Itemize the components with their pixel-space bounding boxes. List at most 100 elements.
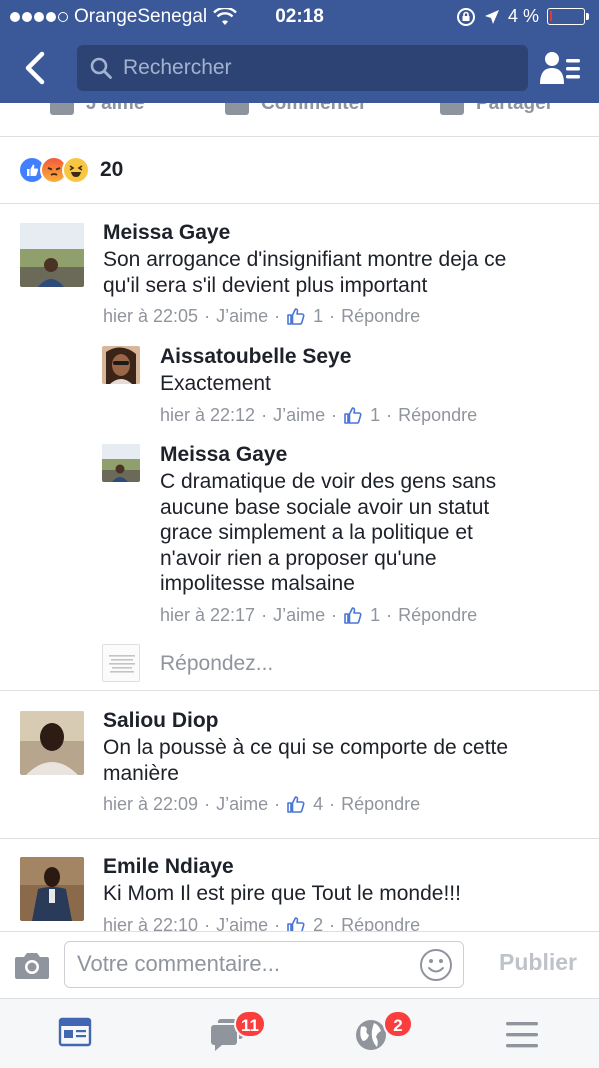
comment-timestamp[interactable]: hier à 22:05 — [103, 306, 198, 327]
comment-text-line: Son arrogance d'insignifiant montre deja… — [103, 248, 507, 271]
comment-reply-link[interactable]: Répondre — [341, 915, 420, 932]
comment-meta: hier à 22:17 · J’aime · 1 · Répondre — [160, 604, 478, 626]
comment-timestamp[interactable]: hier à 22:10 — [103, 915, 198, 932]
comment-like-link[interactable]: J’aime — [216, 915, 268, 932]
bottom-tab-bar: 11 2 — [0, 998, 599, 1068]
comment-action-button[interactable]: Commenter — [225, 103, 367, 115]
share-action-button[interactable]: Partager — [440, 103, 553, 115]
comment-timestamp[interactable]: hier à 22:17 — [160, 605, 255, 626]
friends-list-icon — [540, 52, 580, 84]
thumbs-up-icon — [344, 406, 362, 424]
messages-badge: 11 — [234, 1010, 266, 1038]
like-action-button[interactable]: J'aime — [50, 103, 144, 115]
comment-meta: hier à 22:12 · J’aime · 1 · Répondre — [160, 404, 478, 426]
back-button[interactable] — [18, 48, 54, 88]
comment-text: C dramatique de voir des gens sans aucun… — [160, 469, 580, 597]
chevron-left-icon — [25, 51, 45, 85]
comment-like-count: 2 — [313, 914, 324, 932]
comment-icon — [225, 103, 249, 115]
post-action-bar: J'aime Commenter Partager — [0, 103, 599, 137]
commenter-name[interactable]: Emile Ndiaye — [103, 854, 583, 880]
comment-like-link[interactable]: J’aime — [216, 794, 268, 815]
comment-like-count: 1 — [370, 604, 381, 625]
comment-text-line: impolitesse malsaine — [160, 572, 355, 595]
avatar[interactable] — [20, 711, 84, 775]
avatar[interactable] — [20, 223, 84, 287]
comment-text-line: grace simplement a la politique et — [160, 521, 473, 544]
comment-text-line: n'avoir rien a proposer qu'une — [160, 546, 437, 570]
search-icon — [90, 57, 112, 79]
avatar — [102, 644, 140, 682]
share-action-label: Partager — [476, 103, 554, 114]
thumbs-up-icon — [344, 606, 362, 624]
commenter-name[interactable]: Meissa Gaye — [160, 442, 580, 468]
friend-requests-button[interactable] — [539, 50, 583, 86]
status-bar: OrangeSenegal 02:18 4 % — [0, 0, 599, 34]
comment-input-box[interactable] — [64, 941, 464, 988]
battery-icon — [547, 8, 589, 25]
tab-news-feed[interactable] — [45, 1011, 105, 1061]
tab-notifications[interactable]: 2 — [343, 1010, 413, 1061]
comment-input[interactable] — [77, 951, 407, 977]
comment-text-line: aucune base sociale avoir un statut — [160, 495, 490, 519]
publish-button[interactable]: Publier — [499, 949, 577, 976]
comment-text-line: C dramatique de voir des gens sans — [160, 470, 497, 493]
comment-reply-link[interactable]: Répondre — [398, 605, 477, 626]
comment-reply-link[interactable]: Répondre — [341, 306, 420, 327]
reaction-count: 20 — [100, 158, 124, 181]
camera-button[interactable] — [14, 950, 50, 980]
comment-text: Son arrogance d'insignifiant montre deja… — [103, 247, 583, 298]
top-header: OrangeSenegal 02:18 4 % — [0, 0, 599, 103]
thumbs-up-icon — [50, 103, 74, 115]
search-bar[interactable] — [77, 45, 528, 91]
comment-like-count: 1 — [370, 404, 381, 425]
comment-like-link[interactable]: J’aime — [216, 306, 268, 327]
thumbs-up-icon — [287, 308, 305, 325]
comment-timestamp[interactable]: hier à 22:09 — [103, 794, 198, 815]
comment-text: Exactement — [160, 371, 580, 397]
notifications-badge: 2 — [383, 1010, 413, 1038]
navigation-bar — [0, 40, 599, 98]
camera-icon — [15, 953, 49, 979]
comment-composer: Publier — [0, 931, 599, 998]
reply-prompt[interactable]: Répondez... — [160, 652, 273, 676]
avatar[interactable] — [20, 857, 84, 921]
news-feed-icon — [58, 1017, 92, 1047]
reactions-summary[interactable]: 20 — [18, 152, 123, 188]
comment-timestamp[interactable]: hier à 22:12 — [160, 405, 255, 426]
divider — [0, 690, 599, 691]
comment-meta: hier à 22:09 · J’aime · 4 · Répondre — [103, 794, 421, 815]
avatar[interactable] — [102, 346, 140, 384]
commenter-name[interactable]: Saliou Diop — [103, 708, 583, 734]
search-input[interactable] — [123, 56, 503, 80]
comment-clip-region: Emile Ndiaye Ki Mom Il est pire que Tout… — [0, 839, 599, 931]
thumbs-up-icon — [287, 796, 305, 813]
comment-reply-link[interactable]: Répondre — [341, 794, 420, 815]
comment-text-line: Exactement — [160, 372, 271, 395]
share-icon — [440, 103, 464, 115]
status-right: 4 % — [456, 6, 589, 27]
comment-text-line: manière — [103, 761, 179, 785]
emoji-button[interactable] — [419, 948, 453, 982]
tab-menu[interactable] — [492, 1011, 552, 1061]
divider — [0, 203, 599, 204]
menu-icon — [506, 1022, 538, 1048]
comment-meta: hier à 22:10 · J’aime · 2 · Répondre — [103, 914, 583, 932]
smiley-icon — [420, 949, 452, 981]
comment-like-link[interactable]: J’aime — [273, 605, 325, 626]
rotation-lock-icon — [456, 7, 475, 26]
comment-like-count: 4 — [313, 794, 324, 814]
commenter-name[interactable]: Aissatoubelle Seye — [160, 344, 580, 370]
commenter-name[interactable]: Meissa Gaye — [103, 220, 583, 246]
comment-reply-link[interactable]: Répondre — [398, 405, 477, 426]
battery-percent: 4 % — [507, 6, 539, 26]
like-action-label: J'aime — [86, 103, 145, 114]
comment-text: On la poussè à ce qui se comporte de cet… — [103, 735, 583, 786]
tab-messages[interactable]: 11 — [196, 1010, 266, 1061]
comment-text-line: Ki Mom Il est pire que Tout le monde!!! — [103, 882, 461, 905]
thumbs-up-icon — [287, 916, 305, 931]
comment-action-label: Commenter — [261, 103, 367, 114]
comment-like-link[interactable]: J’aime — [273, 405, 325, 426]
comment-text-line: qu'il sera s'il devient plus important — [103, 273, 428, 297]
avatar[interactable] — [102, 444, 140, 482]
